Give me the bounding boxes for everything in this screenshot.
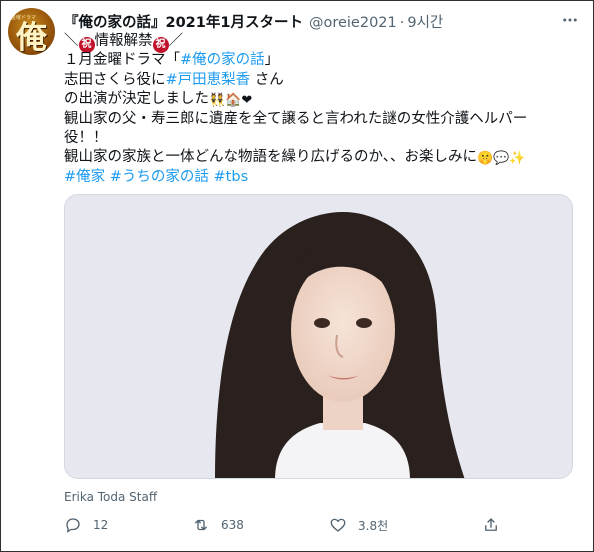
tweet-card[interactable]: 金曜ドラマ 俺 『俺の家の話』2021年1月スタート @oreie2021 · 9시간… xyxy=(0,0,594,552)
photo-credit[interactable]: Erika Toda Staff xyxy=(64,490,157,504)
hashtag-link[interactable]: #うちの家の話 xyxy=(110,169,209,185)
like-count: 3.8천 xyxy=(358,518,389,533)
announcement-bracket-left: ＼ xyxy=(64,33,79,49)
like-button[interactable]: 3.8천 xyxy=(329,515,388,535)
reply-button[interactable]: 12 xyxy=(64,515,108,535)
tweet-photo[interactable] xyxy=(64,194,573,479)
closing-text: 観山家の家族と一体どんな物語を繰り広げるのか、、お楽しみに xyxy=(64,149,477,166)
announcement-text: 情報解禁 xyxy=(94,33,153,49)
emoji-group-closing: 🤫💬✨ xyxy=(476,151,526,167)
hashtag-link[interactable]: #俺の家の話 xyxy=(180,52,265,68)
tweet-timestamp[interactable]: 9시간 xyxy=(407,15,443,31)
portrait-illustration xyxy=(65,195,572,478)
hashtag-link[interactable]: #tbs xyxy=(214,169,249,185)
display-name[interactable]: 『俺の家の話』2021年1月スタート xyxy=(64,15,303,31)
avatar[interactable]: 金曜ドラマ 俺 xyxy=(8,8,55,55)
hashtag-link[interactable]: #戸田恵梨香 xyxy=(166,72,251,88)
tweet-line-hashtags: #俺家 #うちの家の話 #tbs xyxy=(64,168,564,187)
heart-icon xyxy=(330,518,346,532)
tweet-line-drama: １月金曜ドラマ「#俺の家の話」 xyxy=(64,51,564,70)
role-text-end: さん xyxy=(254,71,284,88)
more-options-icon[interactable] xyxy=(561,11,579,33)
retweet-button[interactable]: 638 xyxy=(192,515,244,535)
tweet-line-character: 観山家の父・寿三郎に遺産を全て譲ると言われた謎の女性介護ヘルパー役！！ xyxy=(64,110,528,146)
retweet-count: 638 xyxy=(221,518,244,532)
tweet-text: ＼ 祝情報解禁祝／ １月金曜ドラマ「#俺の家の話」 志田さくら役に#戸田恵梨香 さ… xyxy=(64,32,564,187)
announcement-bracket-right: ／ xyxy=(168,33,184,49)
tweet-header: 『俺の家の話』2021年1月スタート @oreie2021 · 9시간 xyxy=(64,11,563,31)
drama-text: １月金曜ドラマ「 xyxy=(64,52,180,69)
emoji-group: 👯🏠❤ xyxy=(209,93,253,109)
reply-count: 12 xyxy=(93,518,109,532)
tweet-line-decided: の出演が決定しました👯🏠❤ xyxy=(64,90,564,109)
tweet-line-closing: 観山家の家族と一体どんな物語を繰り広げるのか、、お楽しみに🤫💬✨ xyxy=(64,148,564,167)
tweet-actions: 12 638 3.8천 xyxy=(64,515,524,537)
reply-icon xyxy=(66,518,80,533)
tweet-line-announcement: ＼ 祝情報解禁祝／ xyxy=(64,32,564,53)
drama-text-end: 」 xyxy=(264,52,280,69)
decided-text: の出演が決定しました xyxy=(64,91,209,108)
hashtag-link[interactable]: #俺家 xyxy=(64,169,105,185)
avatar-logo-glyph: 俺 xyxy=(16,20,47,55)
header-separator: · xyxy=(399,15,405,31)
account-handle[interactable]: @oreie2021 xyxy=(309,15,397,31)
role-text: 志田さくら役に xyxy=(64,71,166,88)
tweet-line-role: 志田さくら役に#戸田恵梨香 さん xyxy=(64,71,564,90)
retweet-icon xyxy=(195,519,207,531)
share-button[interactable] xyxy=(482,515,500,535)
share-icon xyxy=(485,518,497,531)
